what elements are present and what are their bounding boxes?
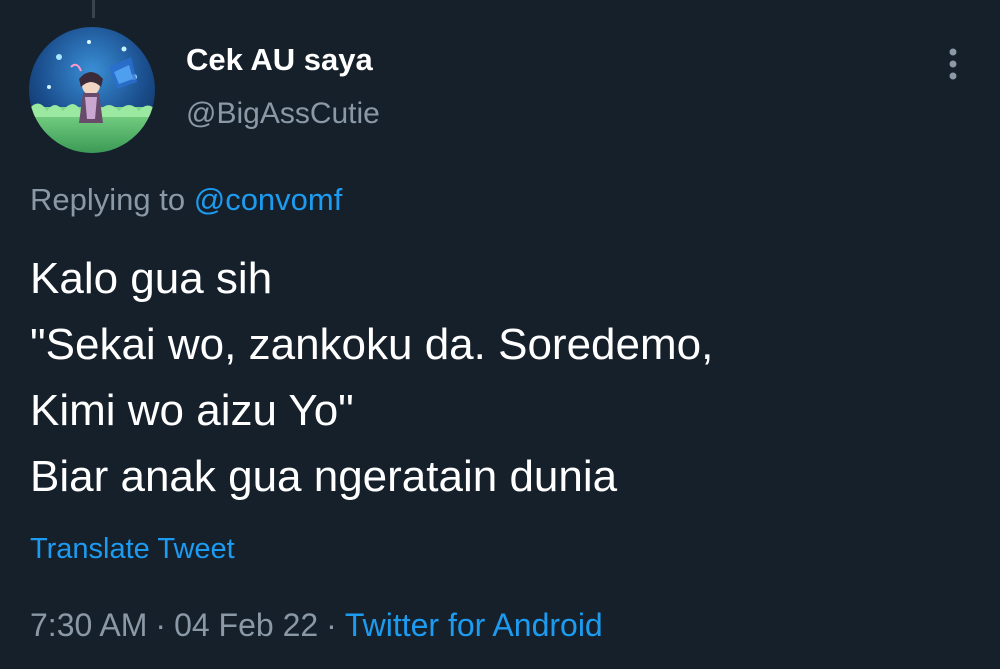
more-options-button[interactable] — [938, 44, 968, 84]
translate-tweet-link[interactable]: Translate Tweet — [30, 533, 235, 566]
meta-separator: · — [326, 607, 337, 643]
meta-separator: · — [155, 607, 167, 643]
tweet-metadata: 7:30 AM · 04 Feb 22 · Twitter for Android — [30, 607, 603, 644]
replying-to-line: Replying to @convomf — [30, 182, 342, 218]
tweet-text-line: Biar anak gua ngeratain dunia — [30, 452, 618, 501]
tweet-text-line: "Sekai wo, zankoku da. Soredemo, — [30, 320, 714, 369]
tweet-date[interactable]: 04 Feb 22 — [174, 607, 318, 643]
more-vertical-icon — [949, 48, 957, 80]
replying-to-label: Replying to — [30, 182, 186, 217]
tweet-time[interactable]: 7:30 AM — [30, 607, 147, 643]
replying-to-mention[interactable]: @convomf — [194, 182, 343, 217]
author-handle[interactable]: @BigAssCutie — [186, 97, 380, 131]
tweet-text-line: Kimi wo aizu Yo" — [30, 386, 354, 435]
thread-connector-line — [92, 0, 95, 18]
tweet-source-link[interactable]: Twitter for Android — [345, 607, 603, 643]
avatar[interactable] — [29, 27, 155, 153]
avatar-image — [29, 27, 155, 153]
tweet-text: Kalo gua sih "Sekai wo, zankoku da. Sore… — [30, 246, 980, 510]
author-display-name[interactable]: Cek AU saya — [186, 42, 373, 78]
tweet-text-line: Kalo gua sih — [30, 254, 273, 303]
